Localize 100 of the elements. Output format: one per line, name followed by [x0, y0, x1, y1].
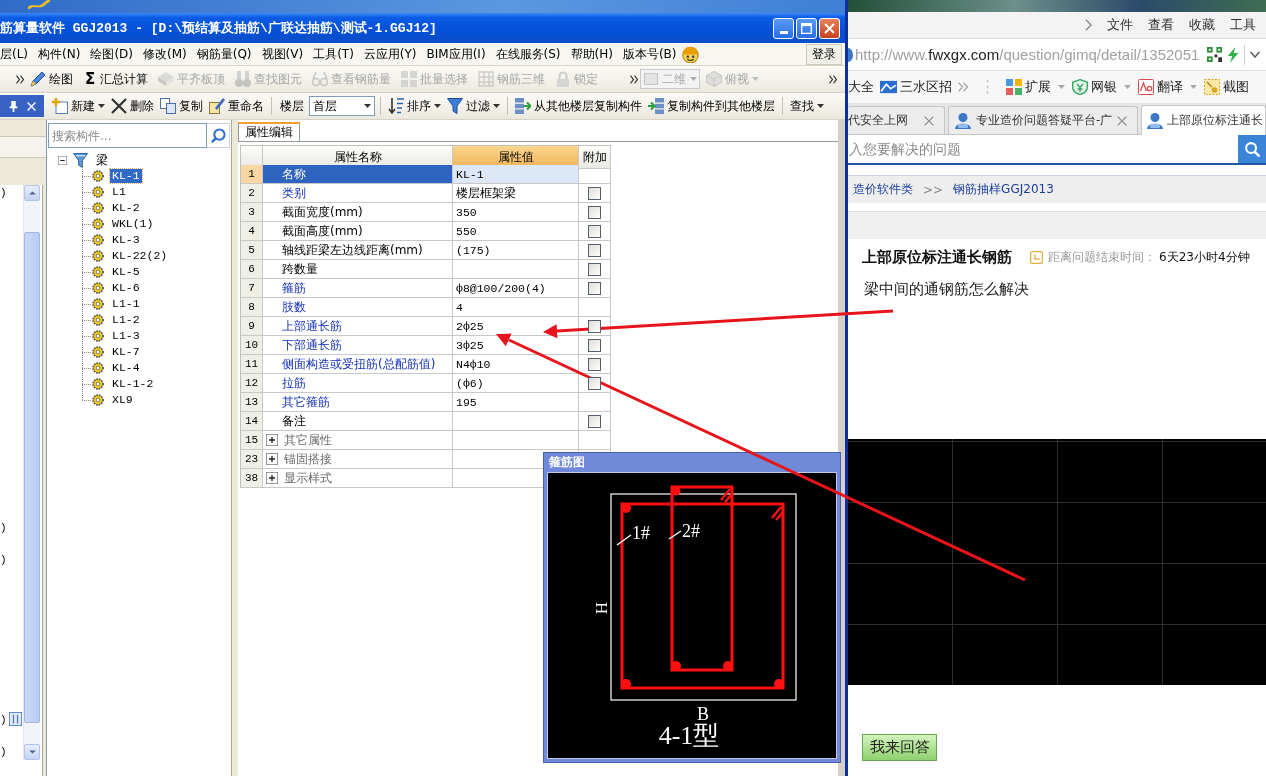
checkbox[interactable] [588, 224, 601, 238]
tree-item[interactable]: KL-6 [110, 281, 142, 295]
menu-item[interactable]: 构件(N) [33, 45, 86, 63]
checkbox[interactable] [588, 357, 601, 371]
list-item[interactable]: ) [0, 185, 23, 201]
columns-icon[interactable] [9, 712, 22, 726]
tree-item[interactable]: L1 [110, 185, 128, 199]
toolbar-button[interactable]: 删除 [109, 95, 156, 117]
menu-item[interactable]: 帮助(H) [565, 45, 618, 63]
toolbar-button[interactable]: Σ 汇总计算 [79, 68, 152, 90]
list-item[interactable]: ) [0, 552, 23, 568]
menu-item[interactable]: 修改(M) [138, 45, 192, 63]
toolbar-button[interactable]: 截图 [1204, 78, 1249, 96]
url-text[interactable]: http://www.fwxgx.com/question/gimq/detail/1352051 [855, 46, 1200, 63]
expand-icon[interactable] [266, 434, 278, 446]
menu-item[interactable]: 收藏 [1189, 16, 1215, 34]
menu-item[interactable]: 绘图(D) [85, 45, 138, 63]
tree-item[interactable]: KL-4 [110, 361, 142, 375]
toolbar-button[interactable]: 复制 [158, 95, 205, 117]
tree-item[interactable]: KL-2 [110, 201, 142, 215]
breadcrumb-link[interactable]: 造价软件类 [853, 181, 913, 198]
tree-item[interactable]: KL-3 [110, 233, 142, 247]
toolbar-button[interactable]: 绘图 [26, 68, 77, 90]
browser-tab[interactable]: 代安全上网 [848, 106, 945, 134]
checkbox[interactable] [588, 319, 601, 333]
expand-icon[interactable] [266, 453, 278, 465]
smiley-icon[interactable] [681, 45, 699, 63]
toolbar-button[interactable]: 排序 [386, 95, 443, 117]
tree-item[interactable]: KL-5 [110, 265, 142, 279]
chevron-right-icon[interactable] [1085, 19, 1092, 31]
menu-item[interactable]: 工具 [1230, 16, 1256, 34]
double-chevron-icon[interactable] [829, 74, 837, 84]
toolbar-button[interactable]: 翻译 [1138, 78, 1197, 96]
tree-item[interactable]: L1-3 [110, 329, 142, 343]
checkbox[interactable] [588, 262, 601, 276]
tree-item[interactable]: KL-7 [110, 345, 142, 359]
menu-item[interactable]: 版本号(B) [617, 45, 682, 63]
menu-item[interactable]: BIM应用(I) [421, 45, 491, 63]
minimize-button[interactable] [773, 17, 794, 39]
bookmark-link[interactable]: 三水区招 [880, 78, 952, 96]
tree-item[interactable]: KL-1 [110, 169, 142, 183]
tree-item[interactable]: 梁 [94, 153, 110, 167]
toolbar-button[interactable]: 新建 [50, 95, 107, 117]
tab[interactable]: 属性编辑 [238, 122, 300, 141]
menu-item[interactable]: 云应用(Y) [358, 45, 422, 63]
double-chevron-icon[interactable] [630, 74, 638, 84]
checkbox[interactable] [588, 243, 601, 257]
toolbar-button[interactable]: 扩展 [1006, 78, 1065, 96]
toolbar-button[interactable]: 重命名 [207, 95, 266, 117]
search-button[interactable] [1238, 135, 1266, 163]
menu-item[interactable]: 工具(T) [308, 45, 359, 63]
chevron-down-icon[interactable] [1250, 51, 1261, 58]
checkbox[interactable] [588, 414, 601, 428]
checkbox[interactable] [588, 281, 601, 295]
tree-item[interactable]: L1-1 [110, 297, 142, 311]
login-button[interactable]: 登录 [806, 43, 842, 65]
list-item[interactable]: ) [0, 520, 23, 536]
maximize-button[interactable] [796, 17, 817, 39]
search-button[interactable] [207, 123, 230, 148]
scroll-up-button[interactable] [24, 185, 40, 201]
menu-item[interactable]: 文件 [1107, 16, 1133, 34]
menu-item[interactable]: 查看 [1148, 16, 1174, 34]
menu-item[interactable]: 在线服务(S) [490, 45, 566, 63]
double-chevron-icon[interactable] [16, 74, 24, 84]
scrollbar[interactable] [23, 185, 40, 760]
toolbar-button[interactable]: 查找 [788, 95, 826, 117]
gear-icon [92, 394, 104, 406]
toolbar-button[interactable]: 复制构件到其他楼层 [646, 95, 777, 117]
tree-item[interactable]: KL-22(2) [110, 249, 170, 263]
expand-icon[interactable] [266, 472, 278, 484]
collapse-icon[interactable] [58, 155, 67, 165]
pin-icon[interactable] [8, 100, 18, 112]
checkbox[interactable] [588, 338, 601, 352]
toolbar-button[interactable]: 网银 [1072, 78, 1131, 96]
bookmark-link[interactable]: 大全 [848, 78, 874, 96]
close-icon[interactable] [1117, 115, 1128, 126]
floor-select[interactable]: 首层 [309, 96, 375, 116]
qr-code-icon[interactable] [1207, 47, 1223, 62]
scroll-down-button[interactable] [24, 744, 40, 760]
checkbox[interactable] [588, 186, 601, 200]
tree-item[interactable]: XL9 [110, 393, 135, 407]
menu-item[interactable]: 层(L) [0, 45, 34, 63]
checkbox[interactable] [588, 205, 601, 219]
menu-item[interactable]: 钢筋量(Q) [191, 45, 257, 63]
tree-item[interactable]: WKL(1) [110, 217, 156, 231]
close-icon[interactable] [924, 115, 934, 126]
answer-button[interactable]: 我来回答 [862, 734, 937, 761]
browser-tab[interactable]: 专业造价问题答疑平台-广 [948, 106, 1138, 134]
tree-item[interactable]: L1-2 [110, 313, 142, 327]
browser-tab[interactable]: 上部原位标注通长 [1141, 105, 1266, 135]
close-button[interactable] [819, 17, 840, 39]
menu-item[interactable]: 视图(V) [256, 45, 309, 63]
scrollbar-thumb[interactable] [24, 232, 40, 723]
toolbar-button[interactable]: 从其他楼层复制构件 [513, 95, 644, 117]
list-item[interactable]: ) [0, 744, 23, 760]
tree-item[interactable]: KL-1-2 [110, 377, 156, 391]
breadcrumb-link[interactable]: 钢筋抽样GGJ2013 [953, 181, 1054, 198]
toolbar-button[interactable]: 过滤 [445, 95, 502, 117]
search-field[interactable]: 搜索构件... [48, 123, 207, 148]
checkbox[interactable] [588, 376, 601, 390]
